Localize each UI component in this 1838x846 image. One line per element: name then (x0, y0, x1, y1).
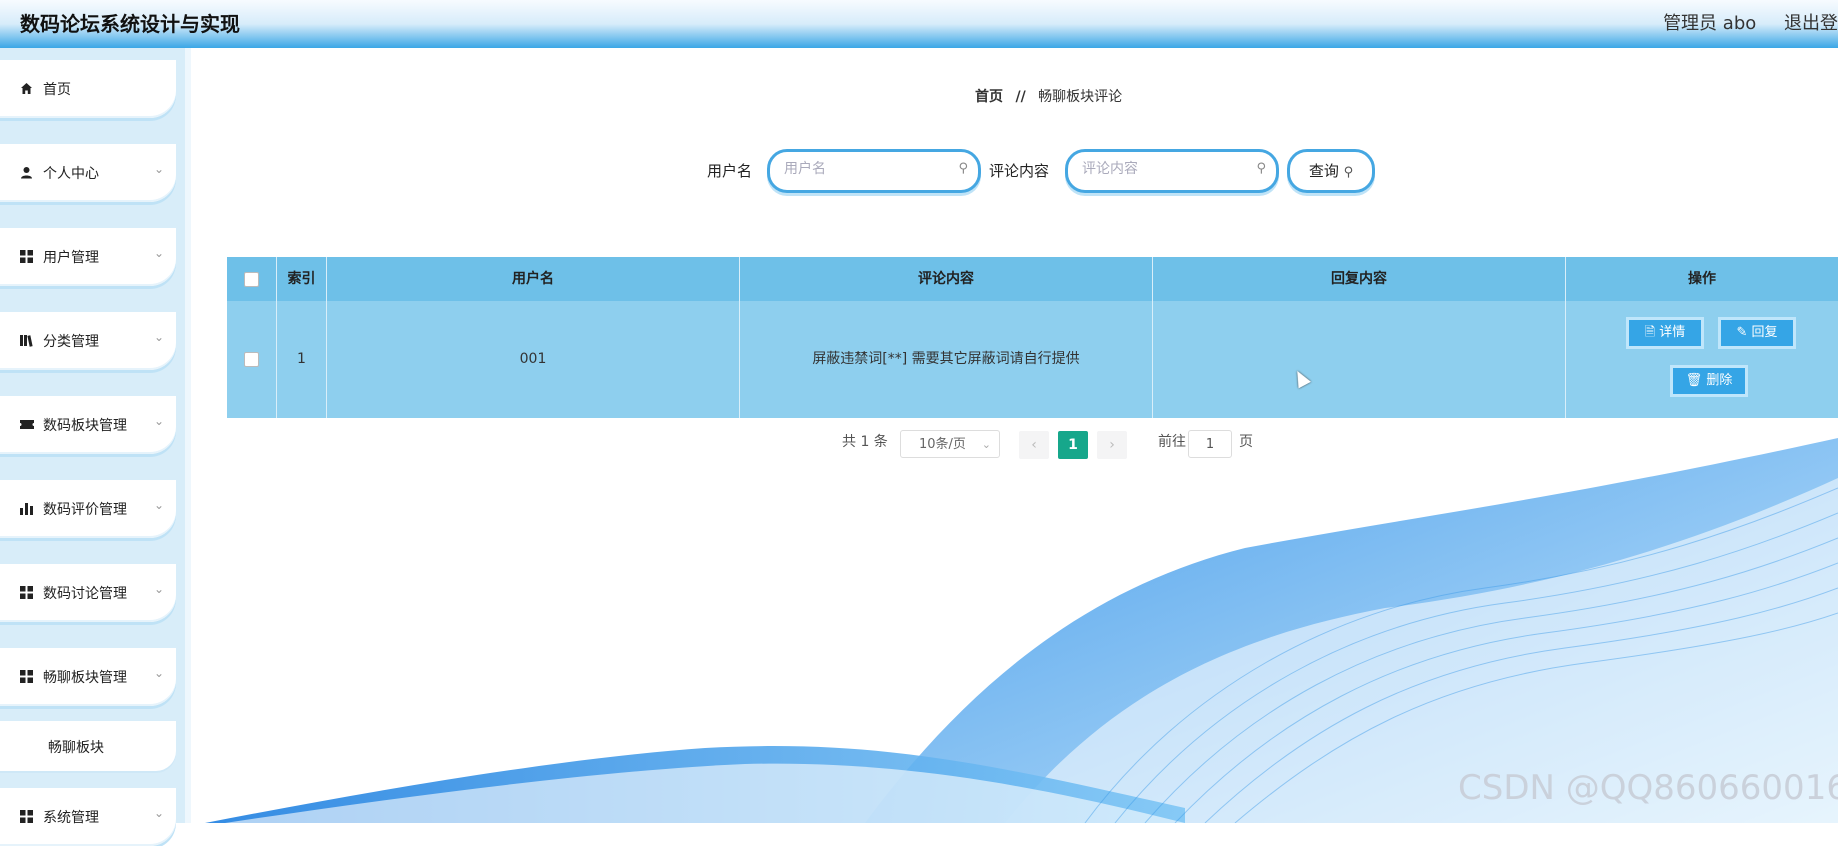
search-icon: ⚲ (958, 161, 968, 176)
grid-icon (20, 250, 34, 264)
sidebar-item-label: 数码评价管理 (43, 502, 127, 518)
sidebar-item-label: 系统管理 (43, 810, 99, 826)
comment-content-search-field[interactable]: ⚲ (1065, 149, 1279, 193)
sidebar-item-category-management[interactable]: 分类管理 ⌄ (0, 312, 176, 370)
chevron-right-icon: › (1109, 437, 1115, 453)
detail-button[interactable]: 🗎 详情 (1626, 317, 1704, 349)
sidebar-item-digital-discussion-management[interactable]: 数码讨论管理 ⌄ (0, 564, 176, 622)
breadcrumb-current: 畅聊板块评论 (1038, 89, 1123, 105)
comment-content-label: 评论内容 (989, 162, 1050, 180)
chevron-down-icon: ⌄ (153, 498, 164, 512)
next-page-button[interactable]: › (1097, 431, 1127, 459)
prev-page-button[interactable]: ‹ (1019, 431, 1049, 459)
pagination-total: 共 1 条 (842, 434, 888, 450)
sidebar-item-label: 畅聊板块管理 (43, 670, 127, 686)
sidebar-item-chat-board-management[interactable]: 畅聊板块管理 ⌄ (0, 648, 176, 706)
breadcrumb-separator: // (1015, 89, 1026, 105)
sidebar-item-label: 首页 (43, 82, 71, 98)
goto-suffix: 页 (1239, 434, 1253, 450)
search-icon: ⚲ (1256, 161, 1266, 176)
select-all-checkbox[interactable] (244, 271, 259, 287)
query-button-label: 查询 (1308, 162, 1339, 180)
chevron-down-icon: ⌄ (981, 438, 991, 451)
query-button[interactable]: 查询 ⚲ (1287, 149, 1375, 193)
user-icon (20, 166, 34, 180)
watermark: CSDN @QQ860660016 (1458, 768, 1838, 808)
chevron-down-icon: ⌄ (153, 330, 164, 344)
sidebar-item-user-management[interactable]: 用户管理 ⌄ (0, 228, 176, 286)
sidebar-item-label: 数码板块管理 (43, 418, 127, 434)
books-icon (20, 334, 34, 348)
chevron-down-icon: ⌄ (153, 666, 164, 680)
row-select-cell (227, 301, 277, 418)
cell-reply-content (1153, 301, 1566, 418)
admin-user-label: 管理员 abo (1663, 13, 1757, 34)
delete-button[interactable]: 🗑 删除 (1670, 365, 1748, 397)
username-search-field[interactable]: ⚲ (767, 149, 981, 193)
sidebar-item-home[interactable]: 首页 (0, 60, 176, 118)
trash-icon: 🗑 (1685, 373, 1703, 388)
sidebar-item-digital-board-management[interactable]: 数码板块管理 ⌄ (0, 396, 176, 454)
sidebar-subitem-chat-board[interactable]: 畅聊板块 (0, 721, 176, 771)
column-header-username: 用户名 (327, 257, 740, 301)
column-header-comment-content: 评论内容 (740, 257, 1153, 301)
page-size-select[interactable]: 10条/页 ⌄ (900, 430, 1000, 458)
top-header: 数码论坛系统设计与实现 管理员 abo 退出登 (0, 0, 1838, 48)
column-header-index: 索引 (277, 257, 327, 301)
sidebar-item-personal-center[interactable]: 个人中心 ⌄ (0, 144, 176, 202)
detail-button-label: 详情 (1659, 325, 1686, 340)
row-checkbox[interactable] (244, 351, 259, 367)
sidebar: 首页 个人中心 ⌄ 用户管理 ⌄ 分类管理 ⌄ 数码板块管理 ⌄ 数码评价管理 (0, 48, 191, 846)
chevron-down-icon: ⌄ (153, 246, 164, 260)
reply-button[interactable]: ✎ 回复 (1718, 317, 1796, 349)
breadcrumb-home[interactable]: 首页 (975, 89, 1003, 105)
table-header: 索引 用户名 评论内容 回复内容 操作 (227, 257, 1838, 301)
sidebar-item-label: 数码讨论管理 (43, 586, 127, 602)
ticket-icon (20, 418, 34, 432)
current-page-button[interactable]: 1 (1058, 431, 1088, 459)
grid-icon (20, 810, 34, 824)
breadcrumb: 首页 // 畅聊板块评论 (975, 86, 1122, 106)
chevron-down-icon: ⌄ (153, 582, 164, 596)
app-title: 数码论坛系统设计与实现 (20, 12, 240, 36)
chevron-down-icon: ⌄ (153, 162, 164, 176)
username-label: 用户名 (707, 162, 753, 180)
sidebar-item-label: 个人中心 (43, 166, 99, 182)
delete-button-label: 删除 (1706, 373, 1733, 388)
sidebar-item-label: 分类管理 (43, 334, 99, 350)
header-user-area: 管理员 abo 退出登 (1641, 9, 1838, 35)
reply-button-label: 回复 (1751, 325, 1778, 340)
cell-username: 001 (327, 301, 740, 418)
goto-prefix: 前往 (1158, 434, 1186, 450)
main-content: 首页 // 畅聊板块评论 用户名 ⚲ 评论内容 ⚲ 查询 ⚲ 索引 用户名 评论… (185, 48, 1838, 823)
column-header-actions: 操作 (1688, 271, 1716, 287)
grid-icon (20, 670, 34, 684)
search-icon: ⚲ (1343, 165, 1354, 180)
cell-actions: 🗎 详情 ✎ 回复 🗑 删除 (1566, 301, 1838, 418)
sidebar-subitem-label: 畅聊板块 (48, 740, 104, 756)
cell-comment-content: 屏蔽违禁词[**] 需要其它屏蔽词请自行提供 (740, 301, 1153, 418)
sidebar-item-system-management[interactable]: 系统管理 ⌄ (0, 788, 176, 846)
sidebar-item-label: 用户管理 (43, 250, 99, 266)
bar-chart-icon (20, 502, 34, 516)
chevron-left-icon: ‹ (1031, 437, 1037, 453)
grid-icon (20, 586, 34, 600)
username-input[interactable] (782, 160, 946, 178)
column-header-reply-content: 回复内容 (1153, 257, 1566, 301)
cell-index: 1 (277, 301, 327, 418)
page-size-value: 10条/页 (919, 437, 966, 452)
goto-page-input[interactable]: 1 (1188, 430, 1232, 458)
edit-icon: ✎ (1736, 325, 1748, 340)
chevron-down-icon: ⌄ (153, 414, 164, 428)
sidebar-item-digital-review-management[interactable]: 数码评价管理 ⌄ (0, 480, 176, 538)
home-icon (20, 82, 34, 96)
table-row: 1 001 屏蔽违禁词[**] 需要其它屏蔽词请自行提供 🗎 详情 ✎ 回复 🗑… (227, 301, 1838, 418)
logout-link[interactable]: 退出登 (1784, 13, 1838, 34)
chevron-down-icon: ⌄ (153, 806, 164, 820)
comment-content-input[interactable] (1080, 160, 1244, 178)
document-icon: 🗎 (1644, 325, 1656, 340)
select-all-cell (227, 257, 277, 301)
